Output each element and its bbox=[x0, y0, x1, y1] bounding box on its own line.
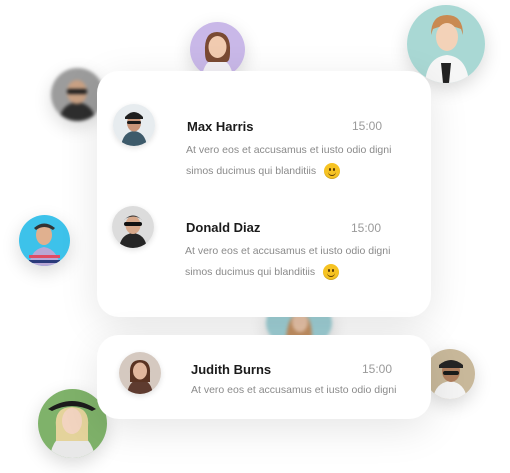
person-avatar-icon bbox=[119, 352, 161, 394]
sender-name: Judith Burns bbox=[191, 362, 272, 377]
sender-name: Donald Diaz bbox=[186, 220, 261, 235]
floating-avatar-right-bottom bbox=[425, 349, 475, 399]
message-time: 15:00 bbox=[352, 119, 383, 133]
message-text-line: At vero eos et accusamus et iusto odio d… bbox=[186, 144, 392, 156]
message-text: At vero eos et accusamus et iusto odio d… bbox=[191, 380, 411, 401]
message-text-line: simos ducimus qui blanditiis bbox=[185, 262, 405, 283]
message-item[interactable]: Donald Diaz 15:00 At vero eos et accusam… bbox=[97, 191, 431, 317]
person-avatar-icon bbox=[112, 206, 154, 248]
person-avatar-icon bbox=[425, 349, 475, 399]
floating-avatar-top bbox=[190, 22, 245, 77]
message-time: 15:00 bbox=[362, 362, 393, 376]
message-text-line: simos ducimus qui blanditiis bbox=[186, 161, 406, 182]
floating-avatar-left-mid bbox=[19, 215, 70, 266]
message-text: At vero eos et accusamus et iusto odio d… bbox=[186, 140, 406, 182]
person-avatar-icon bbox=[19, 215, 70, 266]
person-avatar-icon bbox=[190, 22, 245, 77]
avatar bbox=[113, 104, 155, 146]
message-text-line-2: simos ducimus qui blanditiis bbox=[185, 266, 316, 278]
person-avatar-icon bbox=[113, 104, 155, 146]
avatar bbox=[112, 206, 154, 248]
message-item[interactable]: Judith Burns 15:00 At vero eos et accusa… bbox=[97, 335, 431, 419]
smiley-emoji-icon bbox=[323, 264, 340, 281]
message-text-line: At vero eos et accusamus et iusto odio d… bbox=[191, 384, 397, 396]
chat-card-secondary: Judith Burns 15:00 At vero eos et accusa… bbox=[97, 335, 431, 419]
message-text-line: At vero eos et accusamus et iusto odio d… bbox=[185, 245, 391, 257]
message-item[interactable]: Max Harris 15:00 At vero eos et accusamu… bbox=[97, 71, 431, 191]
message-text: At vero eos et accusamus et iusto odio d… bbox=[185, 241, 405, 283]
sender-name: Max Harris bbox=[187, 119, 254, 134]
message-time: 15:00 bbox=[351, 221, 382, 235]
avatar bbox=[119, 352, 161, 394]
chat-card: Max Harris 15:00 At vero eos et accusamu… bbox=[97, 71, 431, 317]
smiley-emoji-icon bbox=[324, 163, 341, 180]
message-text-line-2: simos ducimus qui blanditiis bbox=[186, 165, 317, 177]
